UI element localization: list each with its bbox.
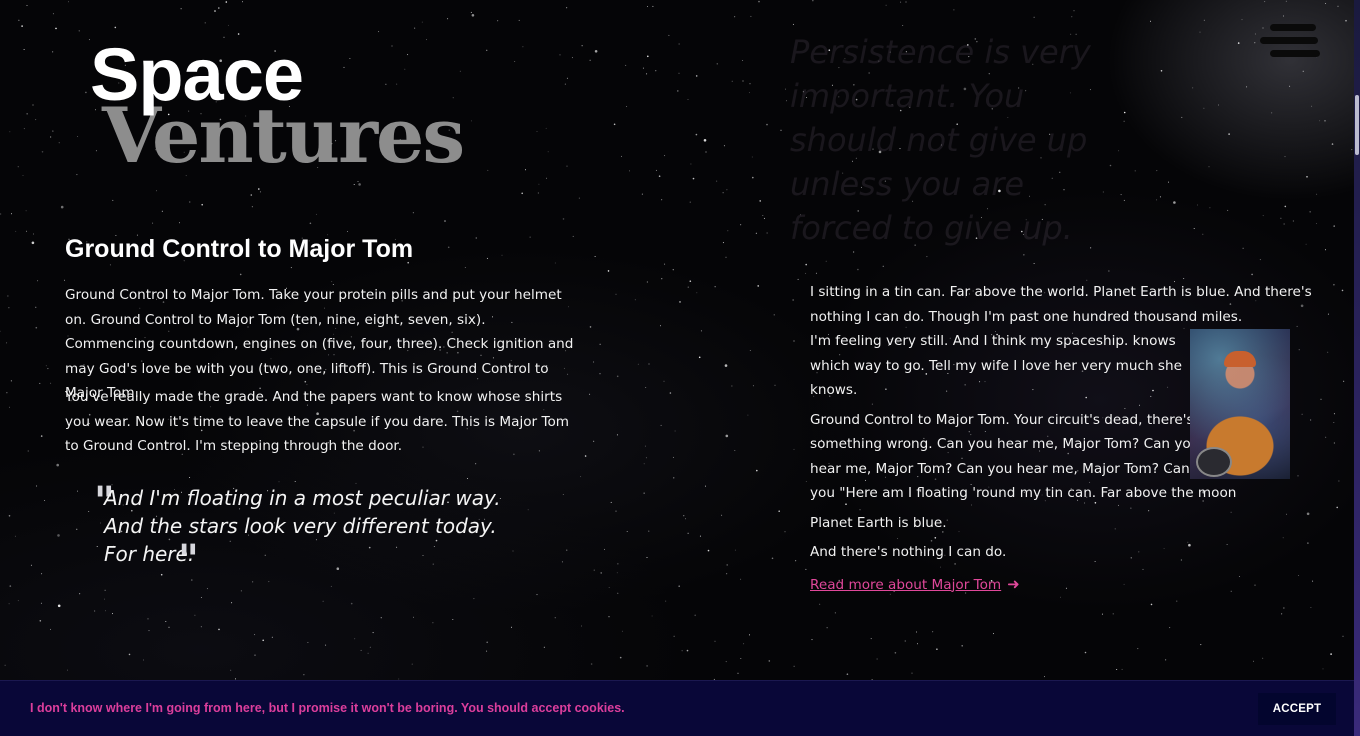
portrait-hair	[1224, 351, 1256, 367]
logo-space-text: Space	[90, 33, 304, 116]
menu-line	[1270, 24, 1316, 31]
astronaut-portrait-image	[1190, 329, 1290, 479]
pull-quote: And I'm floating in a most peculiar way.…	[104, 484, 534, 568]
quote-line: For here.	[104, 542, 195, 566]
article-paragraph: You've really made the grade. And the pa…	[65, 389, 570, 454]
side-paragraph: Planet Earth is blue.	[810, 514, 947, 531]
helmet-icon	[1196, 447, 1232, 477]
cookie-message: I don't know where I'm going from here, …	[30, 701, 625, 715]
arrow-right-icon: ➜	[1007, 574, 1020, 593]
page-background: Ventures Space Persistence is very impor…	[0, 0, 1354, 736]
scrollbar-thumb[interactable]	[1355, 95, 1359, 155]
menu-line	[1260, 37, 1318, 44]
faded-background-quote: Persistence is very important. You shoul…	[790, 33, 1091, 247]
text-line: you "Here am I floating 'round my tin ca…	[810, 485, 1237, 501]
article-heading: Ground Control to Major Tom	[65, 235, 414, 263]
read-more-label: Read more about Major Tom	[810, 576, 1002, 593]
cookie-banner: I don't know where I'm going from here, …	[0, 680, 1354, 736]
read-more-link[interactable]: Read more about Major Tom ➜	[810, 572, 1020, 597]
menu-line	[1270, 50, 1320, 57]
text-line: I sitting in a tin can. Far above the wo…	[810, 284, 1312, 300]
accept-cookies-button[interactable]: ACCEPT	[1258, 693, 1336, 725]
close-quote-icon: "	[178, 536, 199, 583]
hamburger-menu-icon[interactable]	[1256, 20, 1322, 64]
quote-line: And the stars look very different today.	[104, 514, 497, 538]
window-scrollbar[interactable]	[1354, 0, 1360, 736]
site-logo[interactable]: Ventures Space	[88, 30, 508, 180]
side-paragraph: And there's nothing I can do.	[810, 544, 1007, 560]
quote-line: And I'm floating in a most peculiar way.	[104, 486, 501, 510]
text-line: nothing I can do. Though I'm past one hu…	[810, 308, 1243, 325]
